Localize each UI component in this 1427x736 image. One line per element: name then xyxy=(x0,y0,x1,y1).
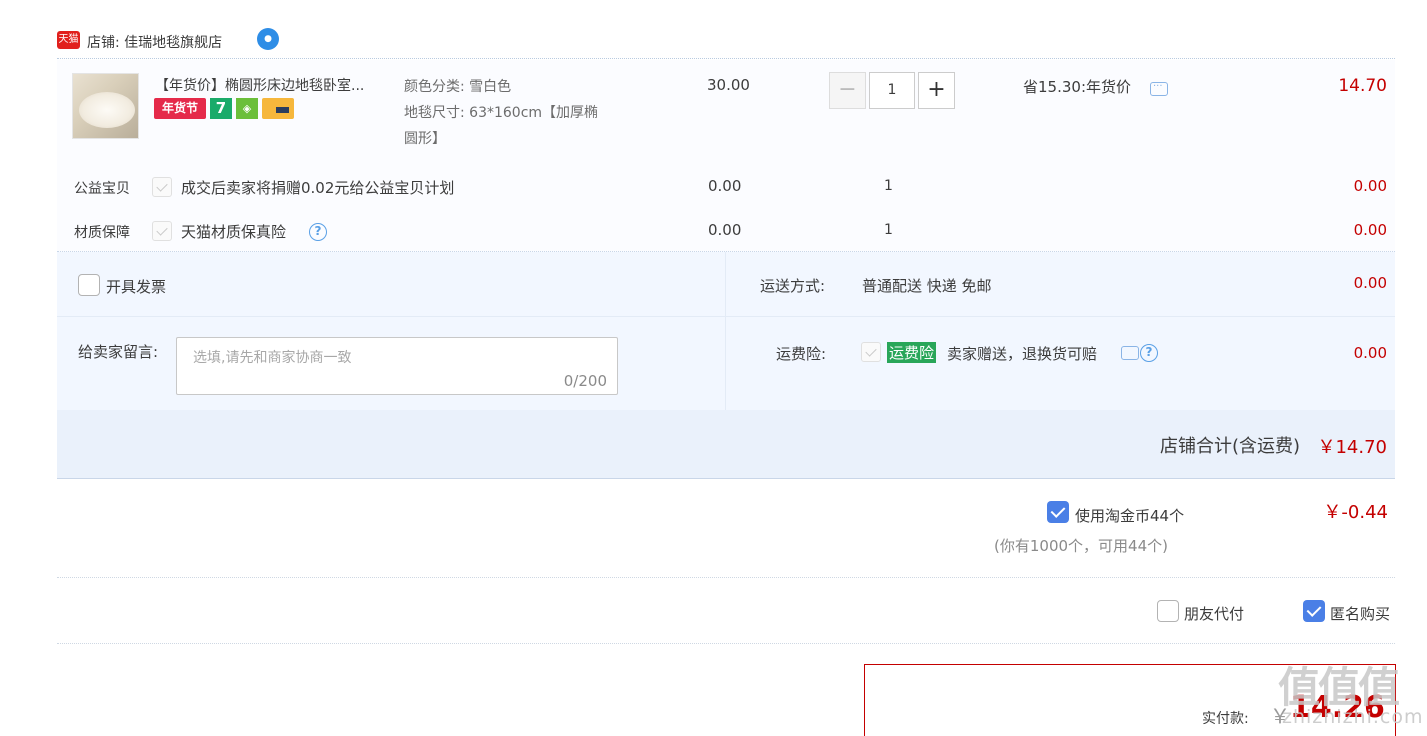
product-title-link[interactable]: 【年货价】椭圆形床边地毯卧室... xyxy=(155,75,395,95)
insurance-label: 运费险: xyxy=(776,345,827,363)
shop-total-row: 店铺合计(含运费) ￥14.70 xyxy=(57,410,1395,479)
wangwang-chat-icon[interactable]: ● xyxy=(257,28,279,50)
taojinbi-label: 使用淘金币44个 xyxy=(1075,507,1185,525)
shop-total-label: 店铺合计(含运费) xyxy=(1159,436,1300,457)
help-icon[interactable]: ? xyxy=(309,223,327,241)
message-placeholder: 选填,请先和商家协商一致 xyxy=(193,350,352,366)
divider xyxy=(57,316,1395,317)
certified-shield-icon: ◈ xyxy=(236,98,258,119)
shipping-price: 0.00 xyxy=(1353,274,1387,292)
friend-pay-label: 朋友代付 xyxy=(1184,605,1245,623)
unit-price: 30.00 xyxy=(707,76,750,94)
promo-chat-icon[interactable] xyxy=(1150,78,1168,96)
message-label: 给卖家留言: xyxy=(78,343,159,361)
charity-qty: 1 xyxy=(884,178,893,194)
material-label: 材质保障 xyxy=(74,225,130,241)
divider xyxy=(57,643,1395,644)
insurance-tag: 运费险 xyxy=(887,342,937,363)
seven-day-return-icon: 7 xyxy=(210,98,232,119)
order-item: 【年货价】椭圆形床边地毯卧室... 年货节 7 ◈ 颜色分类: 雪白色 地毯尺寸… xyxy=(57,60,1395,252)
quantity-input[interactable]: 1 xyxy=(869,72,915,109)
invoice-checkbox[interactable] xyxy=(78,274,100,296)
anonymous-label: 匿名购买 xyxy=(1330,605,1391,623)
help-icon[interactable]: ? xyxy=(1140,344,1158,362)
chat-icon[interactable] xyxy=(1121,346,1139,360)
anonymous-checkbox[interactable] xyxy=(1303,600,1325,622)
taojinbi-available: (你有1000个，可用44个) xyxy=(994,537,1168,555)
quantity-plus-button[interactable]: + xyxy=(918,72,955,109)
credit-card-icon xyxy=(262,98,294,119)
divider xyxy=(57,577,1395,578)
charity-checkbox xyxy=(152,177,172,197)
material-text: 天猫材质保真险 xyxy=(181,223,287,241)
material-total: 0.00 xyxy=(1353,221,1387,239)
material-qty: 1 xyxy=(884,222,893,238)
insurance-checkbox xyxy=(861,342,881,362)
taojinbi-checkbox[interactable] xyxy=(1047,501,1069,523)
material-checkbox xyxy=(152,221,172,241)
shop-name-link[interactable]: 店铺: 佳瑞地毯旗舰店 xyxy=(87,32,222,52)
quantity-minus-button[interactable]: − xyxy=(829,72,866,109)
sku-color: 颜色分类: 雪白色 xyxy=(404,79,512,95)
sku-size: 地毯尺寸: 63*160cm【加厚椭 xyxy=(404,105,599,121)
insurance-text: 卖家赠送，退换货可赔 xyxy=(947,345,1098,363)
promo-text: 省15.30:年货价 xyxy=(1023,78,1131,96)
shop-total-value: ￥14.70 xyxy=(1317,437,1387,458)
invoice-label: 开具发票 xyxy=(106,278,167,296)
divider xyxy=(725,252,726,410)
new-year-festival-badge: 年货节 xyxy=(154,98,206,119)
sku-size-cont: 圆形】 xyxy=(404,131,446,147)
charity-text: 成交后卖家将捐赠0.02元给公益宝贝计划 xyxy=(181,179,455,197)
tmall-logo-icon: 天猫 xyxy=(57,31,80,49)
product-thumbnail[interactable] xyxy=(72,73,139,139)
taojinbi-discount: ￥-0.44 xyxy=(1323,502,1388,523)
shipping-method[interactable]: 普通配送 快递 免邮 xyxy=(862,275,992,296)
charity-label: 公益宝贝 xyxy=(74,181,130,197)
quantity-stepper: − 1 + xyxy=(829,72,957,110)
shop-header: 天猫 店铺: 佳瑞地毯旗舰店 ● xyxy=(57,26,1395,59)
watermark-url: zhizhizhi.com xyxy=(1282,706,1424,728)
shipping-label: 运送方式: xyxy=(760,277,826,295)
item-subtotal: 14.70 xyxy=(1338,76,1387,96)
order-options: 开具发票 运送方式: 普通配送 快递 免邮 0.00 给卖家留言: 选填,请先和… xyxy=(57,252,1395,410)
payment-label: 实付款: xyxy=(1202,711,1249,727)
insurance-price: 0.00 xyxy=(1353,344,1387,362)
seller-message-input[interactable]: 选填,请先和商家协商一致 0/200 xyxy=(176,337,618,395)
material-price: 0.00 xyxy=(708,221,742,239)
charity-price: 0.00 xyxy=(708,177,742,195)
message-char-count: 0/200 xyxy=(563,372,607,390)
charity-total: 0.00 xyxy=(1353,177,1387,195)
friend-pay-checkbox[interactable] xyxy=(1157,600,1179,622)
